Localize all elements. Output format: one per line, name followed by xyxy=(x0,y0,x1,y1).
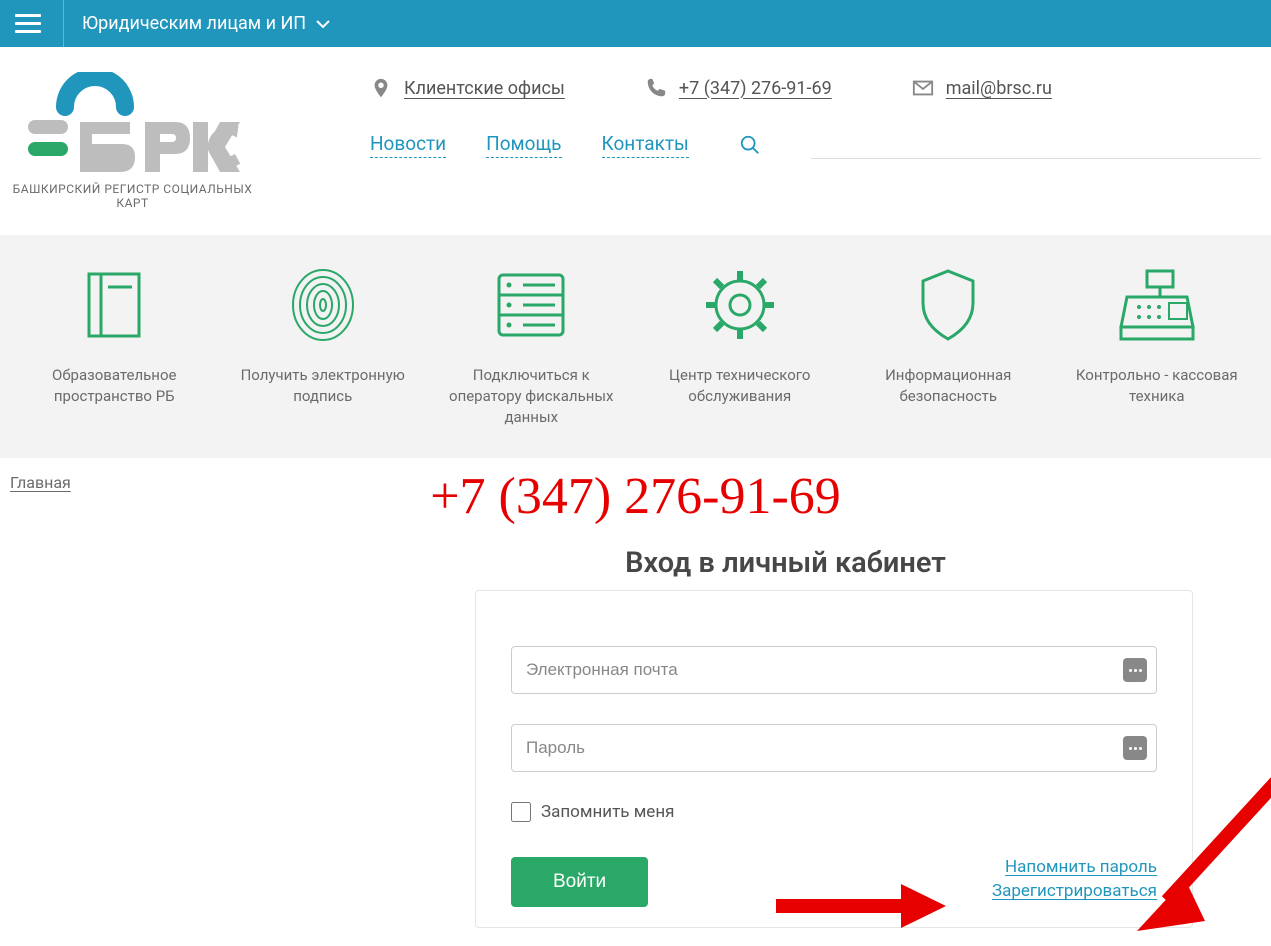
big-phone-overlay: +7 (347) 276-91-69 xyxy=(0,467,1271,526)
service-label: Получить электронную подпись xyxy=(229,365,418,407)
remember-label: Запомнить меня xyxy=(541,802,674,822)
contact-email[interactable]: mail@brsc.ru xyxy=(912,77,1052,99)
service-label: Информационная безопасность xyxy=(854,365,1043,407)
mail-icon xyxy=(912,77,934,99)
contacts-row: Клиентские офисы +7 (347) 276-91-69 mail… xyxy=(370,77,1261,99)
register-link[interactable]: Зарегистрироваться xyxy=(992,881,1157,901)
cash-register-icon xyxy=(1063,265,1252,345)
login-button[interactable]: Войти xyxy=(511,857,648,907)
shield-icon xyxy=(854,265,1043,345)
search-icon[interactable] xyxy=(739,134,761,156)
service-tech-center[interactable]: Центр технического обслуживания xyxy=(636,265,845,428)
chevron-down-icon xyxy=(316,19,330,29)
input-action-icon[interactable] xyxy=(1123,658,1147,682)
book-icon xyxy=(20,265,209,345)
logo-icon xyxy=(10,72,255,172)
service-label: Контрольно - кассовая техника xyxy=(1063,365,1252,407)
services-strip: Образовательное пространство РБ Получить… xyxy=(0,235,1271,458)
contact-offices-link[interactable]: Клиентские офисы xyxy=(404,78,565,99)
fingerprint-icon xyxy=(229,265,418,345)
contact-offices[interactable]: Клиентские офисы xyxy=(370,77,565,99)
remember-checkbox[interactable] xyxy=(511,802,531,822)
phone-icon xyxy=(645,77,667,99)
breadcrumb-home[interactable]: Главная xyxy=(10,473,71,492)
service-label: Центр технического обслуживания xyxy=(646,365,835,407)
divider xyxy=(63,0,64,47)
pin-icon xyxy=(370,77,392,99)
service-security[interactable]: Информационная безопасность xyxy=(844,265,1053,428)
service-education[interactable]: Образовательное пространство РБ xyxy=(10,265,219,428)
search-input[interactable] xyxy=(811,131,1261,159)
contact-phone[interactable]: +7 (347) 276-91-69 xyxy=(645,77,832,99)
remember-checkbox-label[interactable]: Запомнить меня xyxy=(511,802,1157,822)
password-field[interactable] xyxy=(511,724,1157,772)
contact-email-link[interactable]: mail@brsc.ru xyxy=(946,78,1052,99)
service-cash-register[interactable]: Контрольно - кассовая техника xyxy=(1053,265,1262,428)
service-fiscal[interactable]: Подключиться к оператору фискальных данн… xyxy=(427,265,636,428)
header-right: Клиентские офисы +7 (347) 276-91-69 mail… xyxy=(290,67,1261,159)
menu-icon[interactable] xyxy=(15,9,45,39)
gear-icon xyxy=(646,265,835,345)
topbar: Юридическим лицам и ИП xyxy=(0,0,1271,47)
service-signature[interactable]: Получить электронную подпись xyxy=(219,265,428,428)
login-title: Вход в личный кабинет xyxy=(300,546,1271,580)
header: БАШКИРСКИЙ РЕГИСТР СОЦИАЛЬНЫХ КАРТ Клиен… xyxy=(0,47,1271,220)
remind-password-link[interactable]: Напомнить пароль xyxy=(992,857,1157,877)
audience-dropdown-label: Юридическим лицам и ИП xyxy=(82,13,306,34)
contact-phone-link[interactable]: +7 (347) 276-91-69 xyxy=(679,78,832,99)
nav-contacts[interactable]: Контакты xyxy=(602,132,689,158)
service-label: Подключиться к оператору фискальных данн… xyxy=(437,365,626,428)
logo[interactable]: БАШКИРСКИЙ РЕГИСТР СОЦИАЛЬНЫХ КАРТ xyxy=(10,67,290,210)
server-icon xyxy=(437,265,626,345)
nav-help[interactable]: Помощь xyxy=(486,132,561,158)
nav-row: Новости Помощь Контакты xyxy=(370,131,1261,159)
logo-subtitle: БАШКИРСКИЙ РЕГИСТР СОЦИАЛЬНЫХ КАРТ xyxy=(10,182,255,210)
service-label: Образовательное пространство РБ xyxy=(20,365,209,407)
input-action-icon[interactable] xyxy=(1123,736,1147,760)
annotation-arrow-icon xyxy=(1127,771,1271,941)
login-box: Запомнить меня Войти Напомнить пароль За… xyxy=(475,590,1193,928)
audience-dropdown[interactable]: Юридическим лицам и ИП xyxy=(82,13,330,34)
email-field[interactable] xyxy=(511,646,1157,694)
login-section: Вход в личный кабинет Запомнить меня Вой… xyxy=(0,546,1271,928)
nav-news[interactable]: Новости xyxy=(370,132,446,158)
